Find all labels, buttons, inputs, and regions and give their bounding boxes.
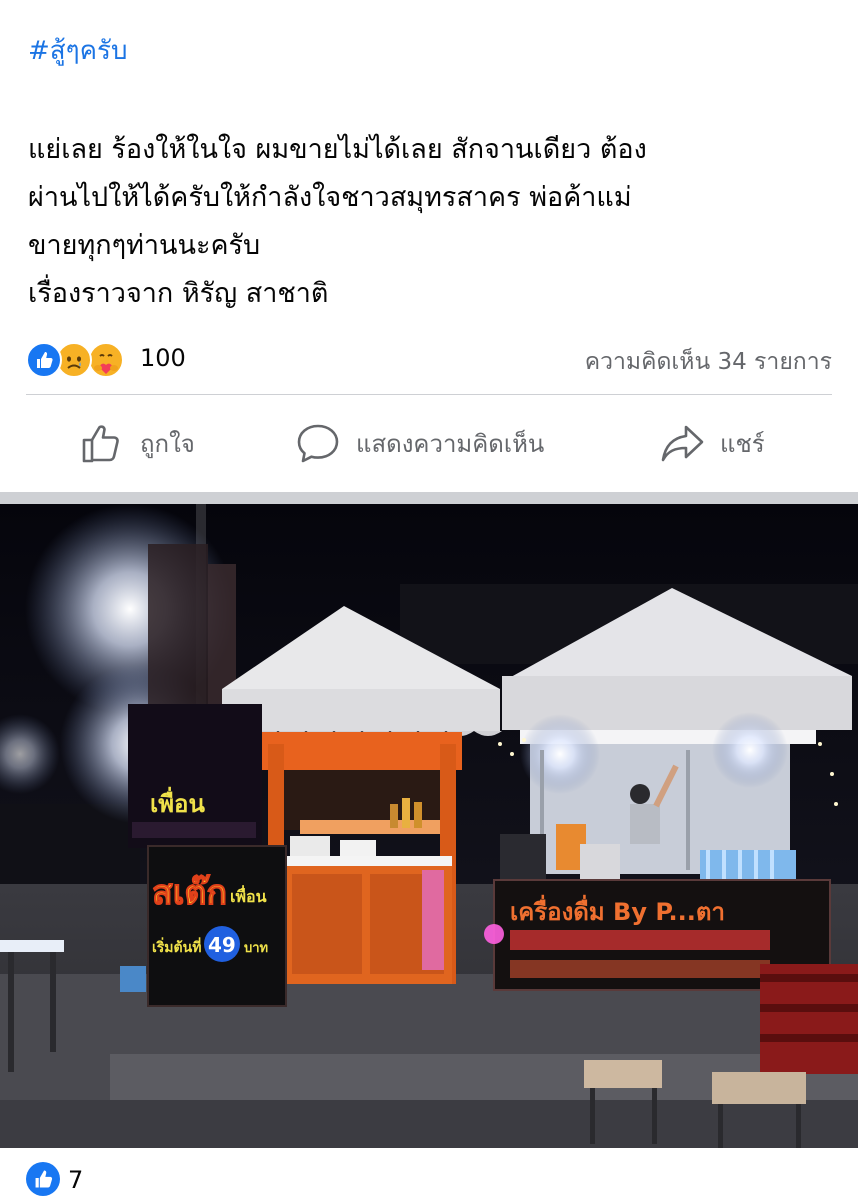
post-body: แย่เลย ร้องให้ในใจ ผมขายไม่ได้เลย สักจาน… <box>28 126 828 318</box>
post-text-line: แย่เลย ร้องให้ในใจ ผมขายไม่ได้เลย สักจาน… <box>28 134 647 165</box>
sign-left-unit: บาท <box>244 941 268 956</box>
sign-left-price: 49 <box>208 933 236 957</box>
post-photo[interactable]: เพื่อน สเต๊ก เพื่อน เริ่มต้นที่ 49 บาท เ… <box>0 504 858 1148</box>
care-reaction-icon <box>88 342 124 378</box>
sign-left-top: เพื่อน <box>150 786 205 818</box>
sign-left-price-label: เริ่มต้นที่ <box>152 937 201 956</box>
thumbs-up-icon <box>82 425 119 463</box>
sign-left-sub: เพื่อน <box>230 885 267 906</box>
post-text-line: ขายทุกๆท่านนะครับ <box>28 230 261 261</box>
share-arrow-icon <box>661 425 704 462</box>
comment-count[interactable]: ความคิดเห็น 34 รายการ <box>585 344 832 380</box>
like-button[interactable]: ถูกใจ <box>80 418 195 468</box>
share-button[interactable]: แชร์ <box>660 418 765 468</box>
action-bar: ถูกใจ แสดงความคิดเห็น แชร์ <box>0 410 858 476</box>
post-text-line: เรื่องราวจาก หิรัญ สาชาติ <box>28 278 329 309</box>
photo-footer: 7 <box>0 1148 858 1200</box>
share-label: แชร์ <box>720 429 765 458</box>
sign-right: เครื่องดื่ม By P...ตา <box>510 894 725 926</box>
sign-left-main: สเต๊ก <box>152 873 227 913</box>
like-reaction-icon <box>26 1162 60 1196</box>
like-label: ถูกใจ <box>140 429 195 458</box>
photo-like-count[interactable]: 7 <box>68 1166 83 1194</box>
comment-bubble-icon <box>297 424 339 463</box>
comment-button[interactable]: แสดงความคิดเห็น <box>296 418 544 468</box>
post-text-line: ผ่านไปให้ได้ครับให้กำลังใจชาวสมุทรสาคร พ… <box>28 182 632 213</box>
post-card: #สู้ๆครับ แย่เลย ร้องให้ในใจ ผมขายไม่ได้… <box>0 0 858 492</box>
comment-label: แสดงความคิดเห็น <box>356 429 545 458</box>
section-separator <box>0 492 858 504</box>
divider <box>26 394 832 395</box>
reaction-count[interactable]: 100 <box>140 344 186 372</box>
like-reaction-icon <box>26 342 62 378</box>
reaction-icons[interactable] <box>26 342 136 378</box>
reactions-summary: 100 ความคิดเห็น 34 รายการ <box>26 340 832 380</box>
hashtag-link[interactable]: #สู้ๆครับ <box>28 30 127 71</box>
